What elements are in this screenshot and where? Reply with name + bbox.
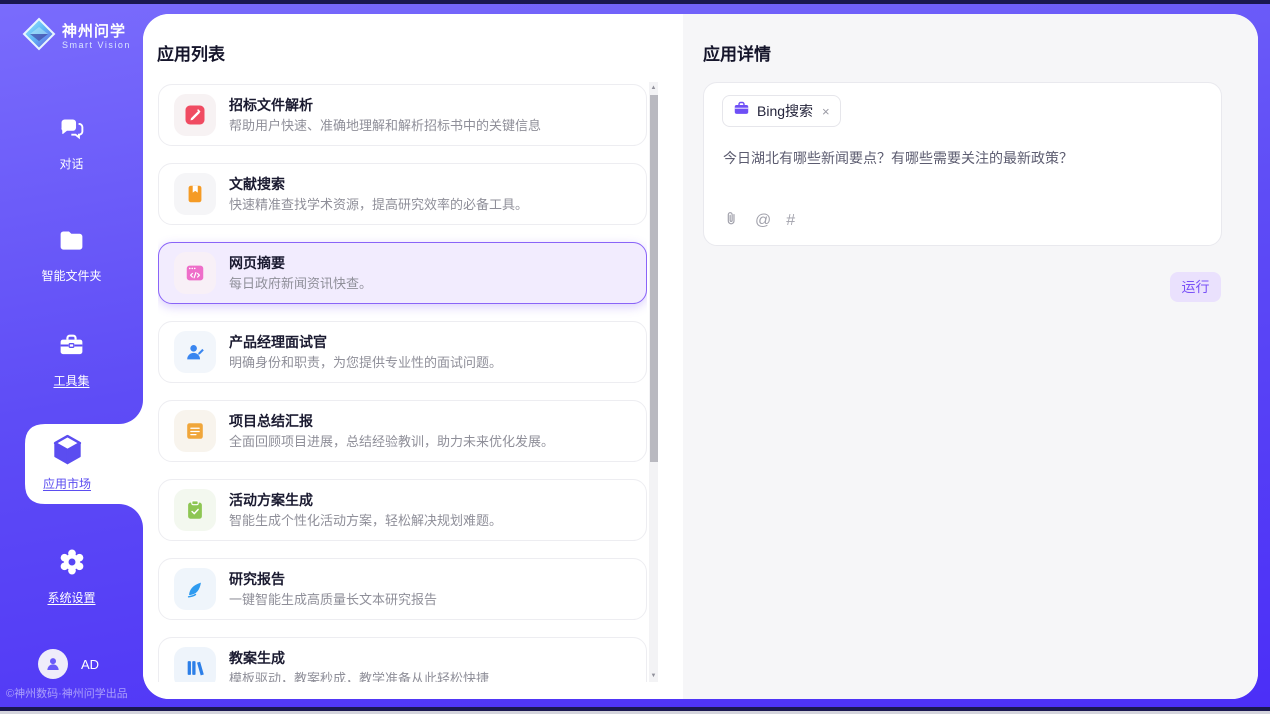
app-card-title: 教案生成 (229, 650, 489, 666)
app-card[interactable]: 研究报告 一键智能生成高质量长文本研究报告 (158, 558, 647, 620)
chat-icon (57, 114, 86, 148)
sidebar-item-chat[interactable]: 对话 (0, 114, 143, 172)
app-card-desc: 明确身份和职责，为您提供专业性的面试问题。 (229, 355, 502, 370)
research-report-icon (174, 568, 216, 610)
folder-icon (57, 226, 86, 260)
app-card-desc: 全面回顾项目进展，总结经验教训，助力未来优化发展。 (229, 434, 554, 449)
sidebar-item-app-market[interactable]: 应用市场 (0, 433, 134, 492)
app-card-desc: 每日政府新闻资讯快查。 (229, 276, 372, 291)
logo-title: 神州问学 (62, 23, 131, 40)
tool-chip-label: Bing搜索 (757, 101, 813, 121)
scroll-down-icon[interactable]: ▼ (649, 670, 658, 682)
top-border (0, 0, 1270, 4)
bid-doc-icon (174, 94, 216, 136)
sidebar-item-label: 应用市场 (43, 475, 91, 492)
event-plan-icon (174, 489, 216, 531)
tool-chip-bing-search[interactable]: Bing搜索 × (722, 95, 841, 127)
web-summary-icon (174, 252, 216, 294)
close-icon[interactable]: × (822, 104, 830, 119)
app-card-desc: 智能生成个性化活动方案，轻松解决规划难题。 (229, 513, 502, 528)
sidebar-item-smart-folder[interactable]: 智能文件夹 (0, 226, 143, 284)
sidebar-item-label: 工具集 (53, 372, 89, 389)
avatar (38, 649, 68, 679)
user-account[interactable]: AD (38, 649, 99, 679)
app-list-title: 应用列表 (157, 40, 225, 65)
lesson-plan-icon (174, 647, 216, 682)
app-card-title: 招标文件解析 (229, 97, 541, 113)
project-summary-icon (174, 410, 216, 452)
prompt-card[interactable]: Bing搜索 × 今日湖北有哪些新闻要点？有哪些需要关注的最新政策？ @ # (703, 82, 1222, 246)
app-list-panel: 应用列表 招标文件解析 帮助用户快速、准确地理解和解析招标书中的关键信息 文献搜… (143, 14, 683, 699)
copyright-footer: ©神州数码·神州问学出品 (6, 685, 143, 701)
scrollbar-thumb[interactable] (650, 95, 658, 462)
app-detail-panel: 应用详情 Bing搜索 × 今日湖北有哪些新闻要点？有哪些需要关注的最新政策？ … (683, 14, 1258, 699)
sidebar-item-settings[interactable]: 系统设置 (0, 547, 143, 606)
main-content: 应用列表 招标文件解析 帮助用户快速、准确地理解和解析招标书中的关键信息 文献搜… (143, 14, 1258, 699)
app-detail-title: 应用详情 (703, 40, 771, 65)
app-card-title: 项目总结汇报 (229, 413, 554, 429)
app-card[interactable]: 文献搜索 快速精准查找学术资源，提高研究效率的必备工具。 (158, 163, 647, 225)
run-button[interactable]: 运行 (1170, 272, 1221, 302)
app-card-title: 产品经理面试官 (229, 334, 502, 350)
app-window: 应用列表 招标文件解析 帮助用户快速、准确地理解和解析招标书中的关键信息 文献搜… (0, 0, 1270, 714)
app-card-desc: 快速精准查找学术资源，提高研究效率的必备工具。 (229, 197, 528, 212)
hash-icon[interactable]: # (786, 212, 795, 229)
list-scrollbar[interactable]: ▲ ▼ (649, 82, 658, 682)
at-icon[interactable]: @ (755, 212, 771, 229)
cube-icon (51, 433, 84, 471)
prompt-toolbar: @ # (723, 210, 795, 231)
app-card-title: 文献搜索 (229, 176, 528, 192)
app-card[interactable]: 网页摘要 每日政府新闻资讯快查。 (158, 242, 647, 304)
logo-subtitle: Smart Vision (62, 40, 131, 50)
app-card-desc: 一键智能生成高质量长文本研究报告 (229, 592, 437, 607)
sidebar-item-label: 系统设置 (47, 589, 95, 606)
sidebar: 神州问学 Smart Vision 对话 智能文件夹 工具集 (0, 4, 143, 707)
app-card-desc: 模板驱动，教案秒成，教学准备从此轻松快捷 (229, 671, 489, 682)
app-list: 招标文件解析 帮助用户快速、准确地理解和解析招标书中的关键信息 文献搜索 快速精… (158, 84, 647, 682)
app-card-desc: 帮助用户快速、准确地理解和解析招标书中的关键信息 (229, 118, 541, 133)
app-logo: 神州问学 Smart Vision (19, 14, 131, 59)
briefcase-icon (733, 100, 750, 122)
app-card[interactable]: 教案生成 模板驱动，教案秒成，教学准备从此轻松快捷 (158, 637, 647, 682)
scroll-up-icon[interactable]: ▲ (649, 82, 658, 94)
app-card-title: 研究报告 (229, 571, 437, 587)
pm-interviewer-icon (174, 331, 216, 373)
sidebar-item-toolset[interactable]: 工具集 (0, 331, 143, 389)
app-card-title: 网页摘要 (229, 255, 372, 271)
literature-search-icon (174, 173, 216, 215)
paperclip-icon[interactable] (723, 210, 740, 231)
app-card[interactable]: 活动方案生成 智能生成个性化活动方案，轻松解决规划难题。 (158, 479, 647, 541)
app-card-title: 活动方案生成 (229, 492, 502, 508)
prompt-input[interactable]: 今日湖北有哪些新闻要点？有哪些需要关注的最新政策？ (723, 149, 1201, 168)
app-card[interactable]: 招标文件解析 帮助用户快速、准确地理解和解析招标书中的关键信息 (158, 84, 647, 146)
logo-diamond-icon (19, 14, 59, 59)
sidebar-item-label: 智能文件夹 (41, 267, 101, 284)
gear-icon (57, 547, 87, 582)
app-card[interactable]: 项目总结汇报 全面回顾项目进展，总结经验教训，助力未来优化发展。 (158, 400, 647, 462)
user-initials: AD (81, 657, 99, 672)
app-card[interactable]: 产品经理面试官 明确身份和职责，为您提供专业性的面试问题。 (158, 321, 647, 383)
toolbox-icon (57, 331, 86, 365)
sidebar-item-label: 对话 (59, 155, 83, 172)
